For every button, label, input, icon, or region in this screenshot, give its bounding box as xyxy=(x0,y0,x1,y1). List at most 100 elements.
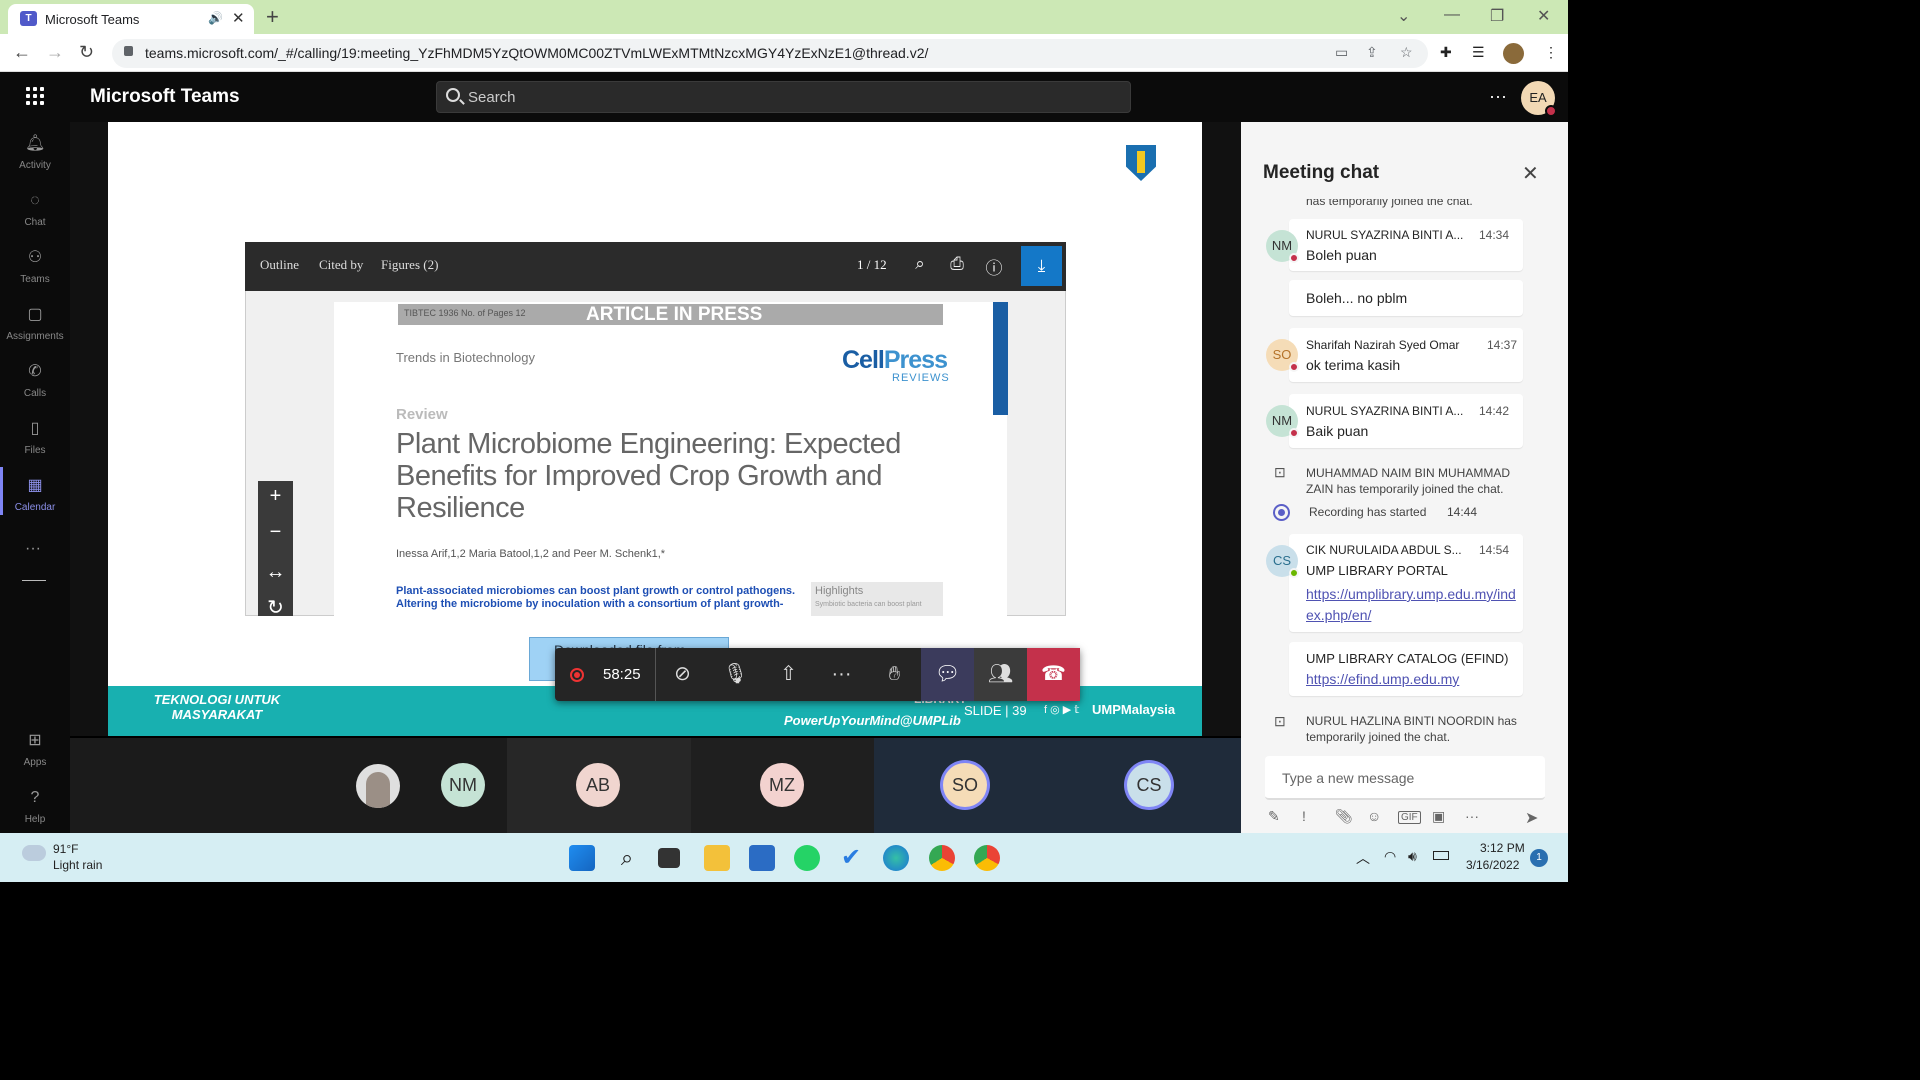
rail-item-chat[interactable]: ◌ Chat xyxy=(0,182,70,236)
store-icon[interactable] xyxy=(749,845,775,871)
sender-initials: NM xyxy=(1271,238,1293,253)
journal-bar xyxy=(993,302,1008,415)
sender-avatar[interactable]: CS xyxy=(1266,545,1299,578)
edge-icon[interactable] xyxy=(883,845,909,871)
rail-divider xyxy=(22,580,46,581)
search-icon[interactable]: ⌕ xyxy=(909,254,931,276)
rail-item-calendar[interactable]: ▦ Calendar xyxy=(0,467,70,521)
tab-outline[interactable]: Outline xyxy=(260,257,299,273)
user-avatar[interactable]: EA xyxy=(1521,81,1557,117)
rail-item-teams[interactable]: ⚇ Teams xyxy=(0,239,70,293)
participant-avatar-speaking[interactable]: SO xyxy=(943,763,987,807)
chat-message[interactable] xyxy=(1289,394,1523,448)
share-icon[interactable]: ⇪ xyxy=(1366,44,1383,61)
taskbar-search-icon[interactable]: ⌕ xyxy=(614,845,640,871)
gif-icon[interactable]: GIF xyxy=(1398,811,1421,824)
back-button[interactable]: ← xyxy=(13,42,31,63)
more-actions-icon[interactable]: ··· xyxy=(815,648,868,701)
chrome-profile-icon[interactable] xyxy=(974,845,1000,871)
profile-avatar[interactable] xyxy=(1503,43,1524,64)
browser-menu-icon[interactable]: ⋮ xyxy=(1544,44,1561,61)
battery-icon[interactable] xyxy=(1433,851,1449,860)
volume-icon[interactable]: 🔊︎ xyxy=(1408,848,1417,865)
rail-item-calls[interactable]: ✆ Calls xyxy=(0,353,70,407)
tab-close-icon[interactable]: ✕ xyxy=(232,9,245,27)
hidden-icons-chevron-icon[interactable]: ︿ xyxy=(1356,848,1370,868)
participant-avatar-speaking[interactable]: CS xyxy=(1127,763,1171,807)
app-launcher-icon[interactable] xyxy=(26,87,44,105)
browser-tab[interactable]: T Microsoft Teams 🔊 ✕ xyxy=(8,4,254,34)
rail-item-apps[interactable]: ⊞ Apps xyxy=(0,722,70,776)
window-close-button[interactable]: ✕ xyxy=(1537,6,1550,26)
forward-button[interactable]: → xyxy=(46,42,64,63)
cast-icon[interactable]: ▭ xyxy=(1335,44,1352,61)
raise-hand-icon[interactable]: ✋︎ xyxy=(868,648,921,701)
close-icon[interactable]: ✕ xyxy=(1522,161,1539,186)
clock-date[interactable]: 3/16/2022 xyxy=(1466,858,1519,872)
extensions-icon[interactable]: ✚ xyxy=(1440,44,1457,61)
chat-toggle-icon[interactable]: 💬︎ xyxy=(921,648,974,701)
attach-icon[interactable]: 📎︎ xyxy=(1335,808,1353,825)
minimize-button[interactable]: — xyxy=(1444,6,1460,24)
important-icon[interactable]: ! xyxy=(1302,808,1306,824)
tab-cited-by[interactable]: Cited by xyxy=(319,257,363,273)
clock-time[interactable]: 3:12 PM xyxy=(1480,841,1525,855)
reading-list-icon[interactable]: ☰ xyxy=(1472,44,1489,61)
sender-avatar[interactable]: SO xyxy=(1266,339,1299,372)
file-explorer-icon[interactable] xyxy=(704,845,730,871)
new-tab-button[interactable]: + xyxy=(266,4,279,30)
notification-badge[interactable]: 1 xyxy=(1530,849,1548,867)
sender-avatar[interactable]: NM xyxy=(1266,230,1299,263)
sound-icon[interactable]: 🔊 xyxy=(208,11,223,25)
camera-off-icon[interactable]: ⊘ xyxy=(656,648,709,701)
lock-icon[interactable] xyxy=(124,46,133,56)
whatsapp-icon[interactable] xyxy=(794,845,820,871)
share-screen-icon[interactable]: ⇧ xyxy=(762,648,815,701)
mic-off-icon[interactable]: 🎙︎ xyxy=(709,648,762,701)
more-options-icon[interactable]: ··· xyxy=(1489,86,1507,107)
participant-avatar[interactable]: AB xyxy=(576,763,620,807)
tab-search-icon[interactable]: ⌄ xyxy=(1397,6,1410,26)
sender-avatar[interactable]: NM xyxy=(1266,405,1299,438)
search-input[interactable]: Search xyxy=(436,81,1131,113)
chat-message[interactable] xyxy=(1289,328,1523,382)
weather-desc[interactable]: Light rain xyxy=(53,858,102,872)
participant-avatar[interactable]: MZ xyxy=(760,763,804,807)
rail-item-files[interactable]: ▯ Files xyxy=(0,410,70,464)
fit-width-icon[interactable]: ↔ xyxy=(258,561,293,584)
weather-temp[interactable]: 91°F xyxy=(53,842,78,856)
print-icon[interactable]: ⎙ xyxy=(946,254,968,276)
rotate-icon[interactable]: ↻ xyxy=(258,595,293,620)
address-bar[interactable]: teams.microsoft.com/_#/calling/19:meetin… xyxy=(112,39,1428,68)
bookmark-star-icon[interactable]: ☆ xyxy=(1400,44,1417,61)
help-icon[interactable]: ⓘ xyxy=(983,254,1005,278)
participants-icon[interactable]: 👥︎ xyxy=(974,648,1027,701)
catalog-link[interactable]: https://efind.ump.edu.my xyxy=(1306,671,1459,687)
rail-item-assignments[interactable]: ▢ Assignments xyxy=(0,296,70,350)
todo-icon[interactable]: ✔ xyxy=(838,845,864,871)
start-icon[interactable] xyxy=(569,845,595,871)
zoom-out-icon[interactable]: − xyxy=(258,521,293,544)
more-compose-icon[interactable]: ··· xyxy=(1465,808,1479,824)
weather-icon[interactable] xyxy=(22,845,46,861)
chat-message[interactable] xyxy=(1289,219,1523,271)
emoji-icon[interactable]: ☺ xyxy=(1367,808,1381,824)
maximize-button[interactable]: ❐ xyxy=(1490,6,1504,26)
task-view-icon[interactable] xyxy=(658,848,680,868)
participant-avatar[interactable]: NM xyxy=(441,763,485,807)
reload-button[interactable]: ↻ xyxy=(79,42,94,63)
sticker-icon[interactable]: ▣ xyxy=(1432,808,1445,825)
message-input[interactable]: Type a new message xyxy=(1265,756,1545,800)
portal-link[interactable]: https://umplibrary.ump.edu.my/index.php/… xyxy=(1306,584,1516,626)
tab-figures[interactable]: Figures (2) xyxy=(381,257,438,273)
format-icon[interactable]: ✎ xyxy=(1268,808,1280,825)
chrome-icon[interactable] xyxy=(929,845,955,871)
zoom-in-icon[interactable]: + xyxy=(258,485,293,508)
send-icon[interactable]: ➤ xyxy=(1525,808,1538,828)
rail-item-help[interactable]: ? Help xyxy=(0,779,70,833)
wifi-icon[interactable]: ◠ xyxy=(1384,848,1396,865)
more-apps-icon[interactable]: ··· xyxy=(25,540,41,558)
download-icon[interactable]: ⤓ xyxy=(1021,246,1062,286)
hang-up-button[interactable]: ☎ xyxy=(1027,648,1080,701)
rail-item-activity[interactable]: 🔔︎ Activity xyxy=(0,125,70,179)
